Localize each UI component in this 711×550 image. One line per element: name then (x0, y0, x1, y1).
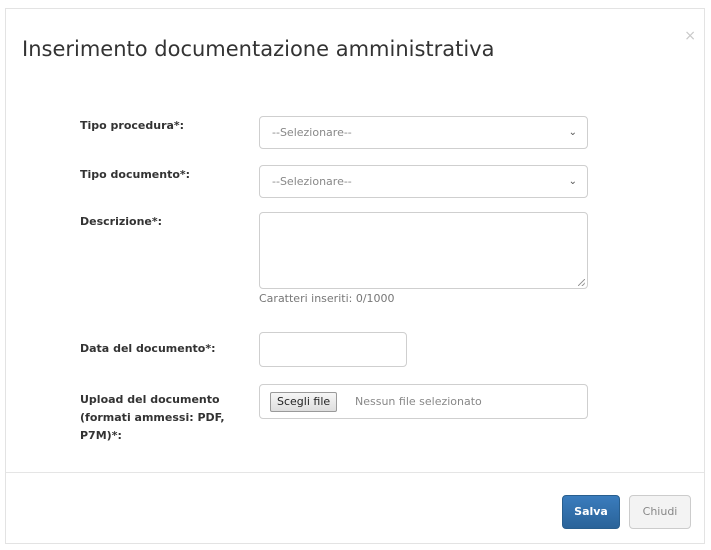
tipo-procedura-select[interactable]: --Selezionare-- ⌄ (259, 116, 588, 149)
upload-label-line: Upload del documento (80, 393, 220, 406)
character-counter: Caratteri inseriti: 0/1000 (259, 292, 395, 305)
upload-label: Upload del documento (formati ammessi: P… (80, 391, 225, 445)
data-documento-label: Data del documento*: (80, 342, 216, 355)
chevron-down-icon: ⌄ (568, 176, 577, 187)
tipo-procedura-selected: --Selezionare-- (272, 126, 352, 139)
chevron-down-icon: ⌄ (568, 127, 577, 138)
resize-grip-icon[interactable] (578, 279, 585, 286)
descrizione-textarea[interactable] (259, 212, 588, 289)
close-icon[interactable]: × (684, 29, 696, 43)
data-documento-input[interactable] (259, 332, 407, 367)
choose-file-button[interactable]: Scegli file (270, 392, 338, 412)
upload-label-line: (formati ammessi: PDF, (80, 411, 225, 424)
save-button[interactable]: Salva (562, 495, 620, 529)
close-button[interactable]: Chiudi (629, 495, 691, 529)
upload-label-line: P7M)*: (80, 429, 122, 442)
descrizione-label: Descrizione*: (80, 215, 163, 228)
tipo-documento-selected: --Selezionare-- (272, 175, 352, 188)
file-status-text: Nessun file selezionato (355, 395, 482, 408)
tipo-documento-label: Tipo documento*: (80, 168, 191, 181)
modal-title: Inserimento documentazione amministrativ… (22, 37, 495, 61)
documentation-modal: Inserimento documentazione amministrativ… (5, 8, 705, 544)
footer-divider (6, 472, 704, 473)
file-upload-field: Scegli file Nessun file selezionato (259, 384, 588, 419)
tipo-documento-select[interactable]: --Selezionare-- ⌄ (259, 165, 588, 198)
tipo-procedura-label: Tipo procedura*: (80, 119, 185, 132)
